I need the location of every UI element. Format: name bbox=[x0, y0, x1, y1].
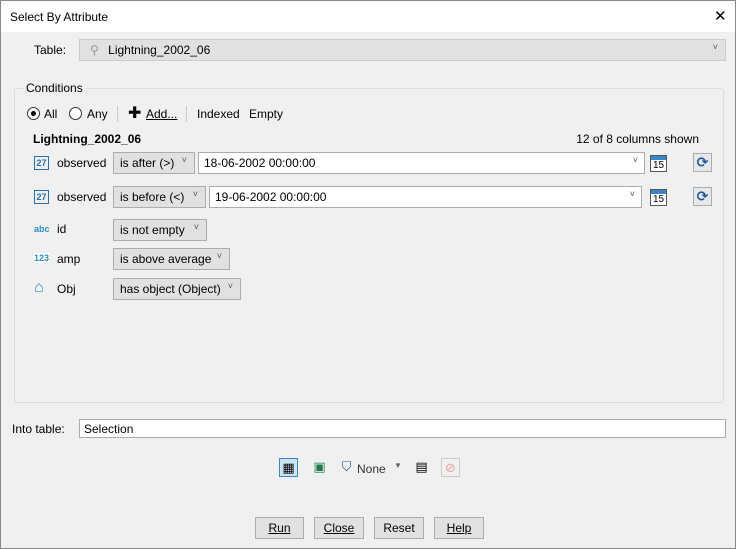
divider bbox=[186, 106, 187, 122]
operator-select[interactable]: is above average ˅ bbox=[113, 248, 230, 270]
operator-select[interactable]: is after (>) ˅ bbox=[113, 152, 195, 174]
reset-button[interactable]: Reset bbox=[374, 517, 424, 539]
table-select-value: Lightning_2002_06 bbox=[108, 43, 211, 57]
plus-icon[interactable]: ✚ bbox=[128, 103, 141, 123]
operator-value: is after (>) bbox=[120, 156, 175, 170]
close-icon[interactable]: ✕ bbox=[714, 7, 727, 25]
object-field-icon: ⌂ bbox=[34, 279, 44, 296]
date-value: 18-06-2002 00:00:00 bbox=[204, 156, 316, 170]
chevron-down-icon[interactable]: ˅ bbox=[633, 155, 638, 165]
table-label: Table: bbox=[34, 43, 67, 57]
calendar-picker-icon[interactable]: 15 bbox=[650, 189, 667, 206]
condition-field: observed bbox=[57, 190, 107, 204]
clear-selection-icon: ⊘ bbox=[441, 458, 460, 477]
condition-field: observed bbox=[57, 156, 107, 170]
select-by-attribute-dialog: Select By Attribute ✕ Table: ⚲ Lightning… bbox=[0, 0, 736, 549]
condition-field: id bbox=[57, 222, 67, 236]
date-value: 19-06-2002 00:00:00 bbox=[215, 190, 327, 204]
all-label[interactable]: All bbox=[44, 107, 57, 121]
title-bar: Select By Attribute ✕ bbox=[1, 1, 735, 32]
operator-value: is before (<) bbox=[120, 190, 185, 204]
window-title: Select By Attribute bbox=[10, 10, 109, 24]
into-table-label: Into table: bbox=[12, 422, 65, 436]
calendar-icon: 27 bbox=[34, 190, 49, 204]
table-view-icon[interactable]: ▦ bbox=[279, 458, 298, 477]
chevron-down-icon: ˅ bbox=[712, 42, 718, 52]
into-table-value: Selection bbox=[84, 422, 134, 436]
table-select[interactable]: ⚲ Lightning_2002_06 ˅ bbox=[79, 39, 726, 61]
chevron-down-icon: ˅ bbox=[181, 155, 187, 165]
columns-shown: 12 of 8 columns shown bbox=[576, 132, 699, 146]
chevron-down-icon[interactable]: ˅ bbox=[630, 189, 635, 199]
operator-select[interactable]: is not empty ˅ bbox=[113, 219, 207, 241]
chevron-down-icon: ˅ bbox=[227, 281, 233, 291]
empty-button[interactable]: Empty bbox=[249, 107, 283, 121]
add-button[interactable]: Add... bbox=[146, 107, 177, 121]
style-bucket-icon[interactable]: ⛉ bbox=[337, 458, 356, 477]
style-select[interactable]: None bbox=[357, 462, 386, 476]
caret-down-icon[interactable]: ▼ bbox=[394, 461, 402, 470]
chevron-down-icon: ˅ bbox=[193, 222, 199, 232]
operator-value: is not empty bbox=[120, 223, 185, 237]
indexed-button[interactable]: Indexed bbox=[197, 107, 240, 121]
run-label: Run bbox=[268, 521, 291, 535]
condition-table-name: Lightning_2002_06 bbox=[33, 132, 142, 146]
operator-value: is above average bbox=[120, 252, 212, 266]
calendar-icon: 27 bbox=[34, 156, 49, 170]
chevron-down-icon: ˅ bbox=[216, 251, 222, 261]
operator-select[interactable]: is before (<) ˅ bbox=[113, 186, 206, 208]
condition-field: Obj bbox=[57, 282, 76, 296]
number-field-icon: 123 bbox=[34, 253, 50, 263]
help-label: Help bbox=[446, 521, 472, 535]
reset-label: Reset bbox=[383, 521, 415, 535]
filter-table-icon[interactable]: ▤ bbox=[412, 458, 431, 477]
location-pin-icon: ⚲ bbox=[90, 43, 99, 57]
all-radio[interactable] bbox=[27, 107, 40, 120]
refresh-icon[interactable]: ⟳ bbox=[693, 187, 712, 206]
close-label: Close bbox=[323, 521, 355, 535]
run-button[interactable]: Run bbox=[255, 517, 304, 539]
help-button[interactable]: Help bbox=[434, 517, 484, 539]
date-value-input[interactable]: 18-06-2002 00:00:00 ˅ bbox=[198, 152, 645, 174]
map-view-icon[interactable]: ▣ bbox=[310, 458, 329, 477]
date-value-input[interactable]: 19-06-2002 00:00:00 ˅ bbox=[209, 186, 642, 208]
chevron-down-icon: ˅ bbox=[192, 189, 198, 199]
operator-value: has object (Object) bbox=[120, 282, 221, 296]
operator-select[interactable]: has object (Object) ˅ bbox=[113, 278, 241, 300]
divider bbox=[117, 106, 118, 122]
any-label[interactable]: Any bbox=[87, 107, 108, 121]
refresh-icon[interactable]: ⟳ bbox=[693, 153, 712, 172]
text-field-icon: abc bbox=[34, 224, 50, 234]
calendar-picker-icon[interactable]: 15 bbox=[650, 155, 667, 172]
any-radio[interactable] bbox=[69, 107, 82, 120]
close-button[interactable]: Close bbox=[314, 517, 364, 539]
conditions-label: Conditions bbox=[23, 81, 86, 95]
into-table-input[interactable]: Selection bbox=[79, 419, 726, 438]
condition-field: amp bbox=[57, 252, 81, 266]
